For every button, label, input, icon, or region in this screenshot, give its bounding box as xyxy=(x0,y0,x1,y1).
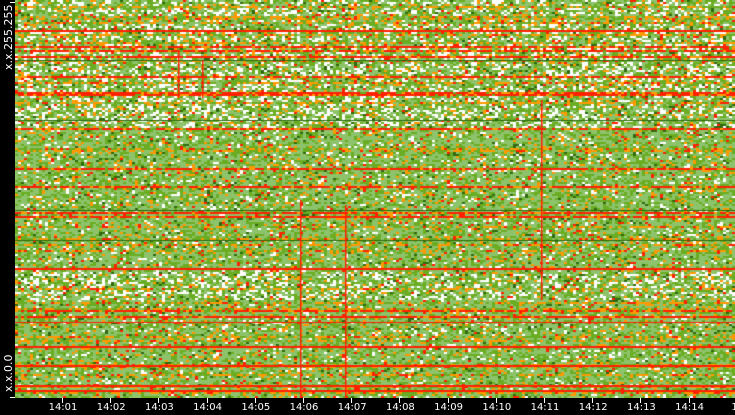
x-tick-label: 14:13 xyxy=(626,402,656,413)
x-tick-label: 14:11 xyxy=(530,402,560,413)
x-tick-label: 14:09 xyxy=(434,402,464,413)
y-axis: x.x.255.255 x.x.0.0 xyxy=(0,0,15,398)
x-tick-label: 14:02 xyxy=(96,402,126,413)
x-tick-label: 14 xyxy=(731,402,735,413)
x-tick-label: 14:07 xyxy=(337,402,367,413)
x-tick-label: 14:12 xyxy=(578,402,608,413)
x-tick-label: 14:03 xyxy=(144,402,174,413)
x-tick-label: 14:10 xyxy=(482,402,512,413)
heatmap-plot[interactable] xyxy=(15,0,735,398)
x-axis: 14:01 14:02 14:03 14:04 14:05 14:06 14:07 14:08… xyxy=(0,398,735,415)
x-tick-label: 14:01 xyxy=(48,402,78,413)
x-tick-label: 14:05 xyxy=(241,402,271,413)
y-label-bottom: x.x.0.0 xyxy=(2,354,15,392)
y-label-top: x.x.255.255 xyxy=(2,4,15,70)
x-tick-label: 14:06 xyxy=(289,402,319,413)
x-tick-label: 14:08 xyxy=(385,402,415,413)
x-tick-label: 14:04 xyxy=(193,402,223,413)
x-tick-label: 14:14 xyxy=(675,402,705,413)
